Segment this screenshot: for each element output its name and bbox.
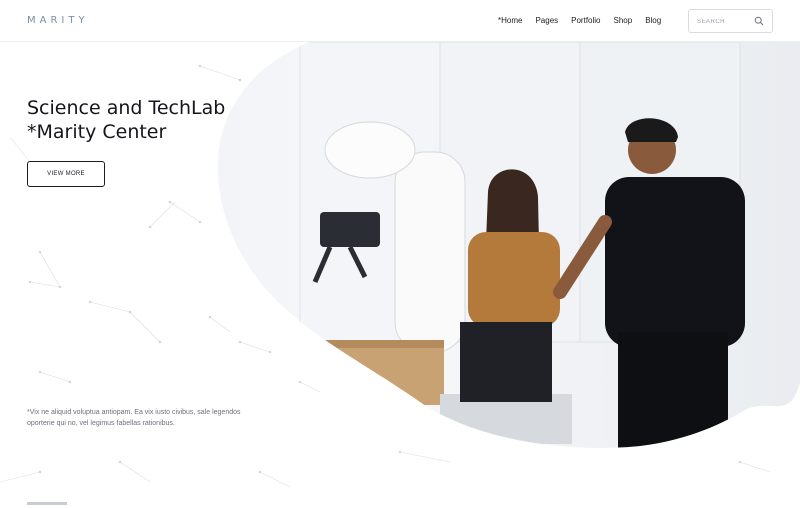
scroll-indicator bbox=[27, 502, 67, 505]
main-nav: *Home Pages Portfolio Shop Blog bbox=[498, 16, 674, 25]
hero-title: Science and TechLab *Marity Center bbox=[27, 96, 287, 144]
nav-item-home[interactable]: *Home bbox=[498, 16, 522, 25]
search-input[interactable] bbox=[697, 16, 755, 28]
search-box bbox=[688, 9, 773, 33]
site-header: MARITY *Home Pages Portfolio Shop Blog bbox=[0, 0, 800, 42]
search-icon[interactable] bbox=[754, 16, 764, 26]
site-logo[interactable]: MARITY bbox=[27, 15, 89, 26]
nav-item-pages[interactable]: Pages bbox=[535, 16, 558, 25]
nav-item-shop[interactable]: Shop bbox=[614, 16, 633, 25]
hero-title-line1: Science and TechLab bbox=[27, 97, 226, 119]
view-more-button[interactable]: VIEW MORE bbox=[27, 161, 105, 187]
page: MARITY *Home Pages Portfolio Shop Blog S… bbox=[0, 0, 800, 508]
hero-description: *Vix ne aliquid voluptua antiopam. Ea vi… bbox=[27, 409, 241, 427]
nav-item-portfolio[interactable]: Portfolio bbox=[571, 16, 600, 25]
nav-item-blog[interactable]: Blog bbox=[645, 16, 661, 25]
hero-title-line2: *Marity Center bbox=[27, 121, 167, 143]
